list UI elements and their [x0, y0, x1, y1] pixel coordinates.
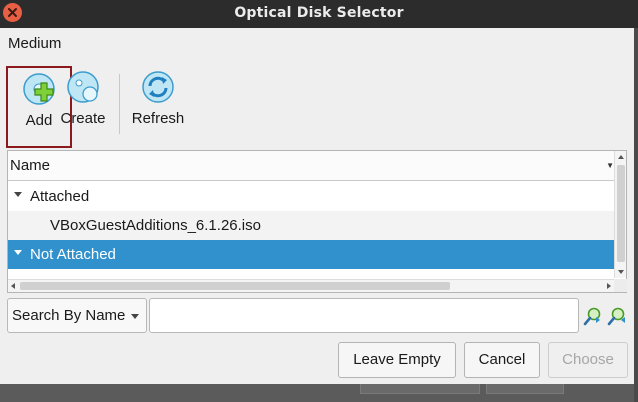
search-input[interactable]: [149, 298, 579, 333]
horizontal-scroll-thumb[interactable]: [20, 282, 450, 290]
dialog-window: Medium Add Create Refresh Name ▼ Attache…: [0, 28, 634, 384]
scroll-up-icon[interactable]: [618, 155, 624, 159]
tree-item-iso[interactable]: VBoxGuestAdditions_6.1.26.iso: [8, 211, 614, 240]
background-window-edge: [634, 28, 638, 402]
toolbar: Add Create Refresh: [0, 66, 634, 148]
sort-indicator-icon: ▼: [606, 161, 614, 170]
create-disk-icon: [67, 71, 99, 103]
vertical-scrollbar[interactable]: [614, 151, 626, 278]
column-header-name[interactable]: Name: [10, 157, 50, 174]
medium-tree[interactable]: Name ▼ Attached VBoxGuestAdditions_6.1.2…: [7, 150, 627, 293]
scroll-down-icon[interactable]: [618, 270, 624, 274]
tree-group-not-attached[interactable]: Not Attached: [8, 240, 614, 269]
expand-arrow-icon[interactable]: [14, 192, 22, 197]
search-mode-select[interactable]: Search By Name: [7, 298, 147, 333]
horizontal-scrollbar[interactable]: [8, 279, 614, 292]
search-mode-value: Search By Name: [12, 307, 126, 324]
toolbar-separator: [119, 74, 120, 134]
vertical-scroll-thumb[interactable]: [617, 165, 625, 262]
background-button: [360, 384, 480, 394]
refresh-button[interactable]: Refresh: [126, 66, 190, 132]
cancel-button[interactable]: Cancel: [464, 342, 540, 378]
group-label: Not Attached: [30, 246, 116, 263]
scroll-right-icon[interactable]: [607, 283, 611, 289]
item-label: VBoxGuestAdditions_6.1.26.iso: [50, 217, 261, 234]
search-next-button[interactable]: [607, 306, 627, 326]
leave-empty-button[interactable]: Leave Empty: [338, 342, 456, 378]
window-title: Optical Disk Selector: [234, 5, 404, 21]
refresh-label: Refresh: [131, 110, 185, 127]
create-button[interactable]: Create: [58, 66, 108, 132]
search-next-icon: [607, 307, 625, 326]
tree-header[interactable]: Name ▼: [8, 151, 614, 181]
search-previous-button[interactable]: [583, 306, 603, 326]
expand-arrow-icon[interactable]: [14, 250, 22, 255]
scrollbar-corner: [614, 279, 627, 292]
choose-button[interactable]: Choose: [548, 342, 628, 378]
group-label: Attached: [30, 188, 90, 205]
add-disk-icon: [23, 73, 55, 105]
search-previous-icon: [583, 307, 601, 326]
tree-group-attached[interactable]: Attached: [8, 182, 614, 211]
create-label: Create: [60, 110, 106, 127]
refresh-icon: [142, 71, 174, 103]
background-window-edge: [0, 384, 634, 402]
menu-bar: Medium: [0, 28, 634, 60]
title-bar: Optical Disk Selector: [0, 0, 638, 28]
background-button: [486, 384, 564, 394]
menu-medium[interactable]: Medium: [8, 35, 61, 52]
chevron-down-icon: [131, 314, 139, 319]
scroll-left-icon[interactable]: [11, 283, 15, 289]
